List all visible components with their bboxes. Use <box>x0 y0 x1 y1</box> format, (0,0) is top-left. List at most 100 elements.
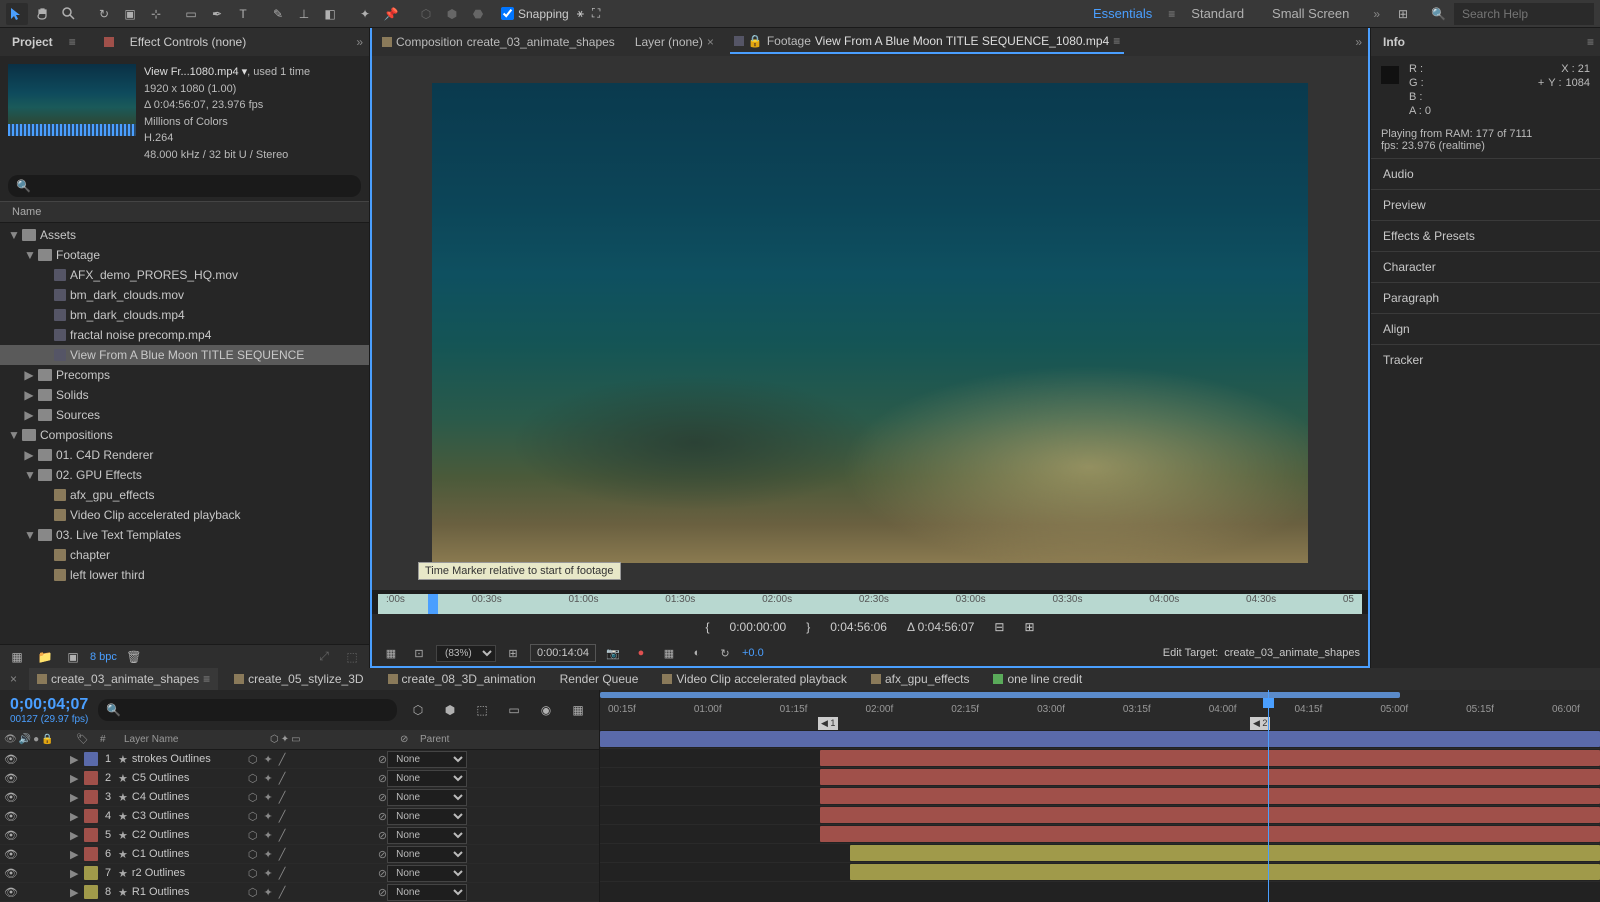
parent-select[interactable]: None <box>387 751 467 768</box>
parent-select[interactable]: None <box>387 789 467 806</box>
layer-color-chip[interactable] <box>84 866 98 880</box>
project-search-input[interactable] <box>31 180 353 192</box>
shy-icon[interactable]: ⬡ <box>248 753 258 766</box>
collapse-icon[interactable]: ✦ <box>263 886 272 899</box>
current-timecode[interactable]: 0;00;04;07 <box>10 696 88 714</box>
tab-menu-icon[interactable]: ≡ <box>1113 34 1120 48</box>
layer-name[interactable]: C3 Outlines <box>128 810 248 822</box>
comp-item[interactable]: afx_gpu_effects <box>0 485 369 505</box>
parent-select[interactable]: None <box>387 827 467 844</box>
timeline-tab[interactable]: afx_gpu_effects <box>863 668 978 690</box>
track-row[interactable] <box>600 863 1600 882</box>
footage-file[interactable]: View From A Blue Moon TITLE SEQUENCE <box>0 345 369 365</box>
render-icon[interactable]: ⊡ <box>408 642 430 664</box>
layer-bar[interactable] <box>600 731 1600 747</box>
track-row[interactable] <box>600 787 1600 806</box>
layer-color-chip[interactable] <box>84 847 98 861</box>
time-marker[interactable] <box>428 594 438 614</box>
comp-mini-flowchart-icon[interactable]: ⬡ <box>407 699 429 721</box>
comp-item[interactable]: chapter <box>0 545 369 565</box>
layer-name[interactable]: C1 Outlines <box>128 848 248 860</box>
parent-select[interactable]: None <box>387 770 467 787</box>
visibility-icon[interactable]: 👁 <box>4 810 18 823</box>
workspace-overflow-icon[interactable]: » <box>1365 7 1388 21</box>
frame-blend-icon[interactable]: ▭ <box>503 699 525 721</box>
quality-icon[interactable]: ╱ <box>279 753 286 766</box>
out-bracket-icon[interactable]: } <box>806 620 810 634</box>
layer-bar[interactable] <box>820 788 1600 804</box>
footage-file[interactable]: bm_dark_clouds.mp4 <box>0 305 369 325</box>
collapsed-panel[interactable]: Preview <box>1371 189 1600 220</box>
quality-icon[interactable]: ╱ <box>279 772 286 785</box>
parent-link-col-icon[interactable]: ⊘ <box>400 734 408 745</box>
bpc-button[interactable]: 8 bpc <box>90 651 117 663</box>
mask-icon[interactable]: ◐ <box>686 642 708 664</box>
transparency-icon[interactable]: ▦ <box>658 642 680 664</box>
work-area-bar[interactable] <box>600 692 1400 698</box>
pickwhip-icon[interactable]: ⊘ <box>378 886 387 899</box>
visibility-icon[interactable]: 👁 <box>4 867 18 880</box>
quality-icon[interactable]: ╱ <box>279 848 286 861</box>
shy-col-icon[interactable]: ⬡ <box>270 734 279 745</box>
quality-icon[interactable]: ╱ <box>279 867 286 880</box>
layer-row[interactable]: 👁 ▶ 1 ★ strokes Outlines ⬡✦╱ ⊘ None <box>0 750 599 769</box>
new-comp-icon[interactable]: ▣ <box>62 646 84 668</box>
rectangle-tool-icon[interactable]: ▭ <box>180 3 202 25</box>
search-footer-icon[interactable]: ⤢ <box>313 646 335 668</box>
col-number[interactable]: # <box>100 734 120 745</box>
collapsed-panel[interactable]: Tracker <box>1371 344 1600 375</box>
track-row[interactable] <box>600 825 1600 844</box>
hide-shy-icon[interactable]: ⬚ <box>471 699 493 721</box>
layer-name[interactable]: R1 Outlines <box>128 886 248 898</box>
hand-tool-icon[interactable] <box>32 3 54 25</box>
track-row[interactable] <box>600 844 1600 863</box>
twirl-icon[interactable]: ▶ <box>70 887 78 899</box>
layer-row[interactable]: 👁 ▶ 2 ★ C5 Outlines ⬡✦╱ ⊘ None <box>0 769 599 788</box>
twirl-icon[interactable]: ▶ <box>70 868 78 880</box>
snapping-checkbox[interactable] <box>501 7 514 20</box>
in-time[interactable]: 0:00:00:00 <box>730 620 787 634</box>
axis-view-icon[interactable]: ⬣ <box>467 3 489 25</box>
track-row[interactable] <box>600 749 1600 768</box>
search-help-input[interactable] <box>1454 3 1594 25</box>
visibility-icon[interactable]: 👁 <box>4 791 18 804</box>
pickwhip-icon[interactable]: ⊘ <box>378 753 387 766</box>
timeline-ruler[interactable]: 00:15f01:00f01:15f02:00f02:15f03:00f03:1… <box>600 690 1600 730</box>
collapse-icon[interactable]: ✦ <box>263 772 272 785</box>
playhead[interactable] <box>1268 690 1269 902</box>
motion-blur-icon[interactable]: ◉ <box>535 699 557 721</box>
layer-row[interactable]: 👁 ▶ 3 ★ C4 Outlines ⬡✦╱ ⊘ None <box>0 788 599 807</box>
shy-icon[interactable]: ⬡ <box>248 886 258 899</box>
timeline-tab[interactable]: one line credit <box>985 668 1090 690</box>
snapshot-icon[interactable]: 📷 <box>602 642 624 664</box>
edit-target-name[interactable]: create_03_animate_shapes <box>1224 647 1360 659</box>
project-column-name[interactable]: Name <box>0 201 369 223</box>
pickwhip-icon[interactable]: ⊘ <box>378 810 387 823</box>
footage-viewer[interactable] <box>372 56 1368 590</box>
pickwhip-icon[interactable]: ⊘ <box>378 867 387 880</box>
shy-icon[interactable]: ⬡ <box>248 810 258 823</box>
layer-tab[interactable]: Layer (none) × <box>631 31 718 53</box>
resolution-icon[interactable]: ⊞ <box>502 642 524 664</box>
layer-name[interactable]: C5 Outlines <box>128 772 248 784</box>
new-folder-icon[interactable]: 📁 <box>34 646 56 668</box>
label-col-icon[interactable]: 🏷 <box>76 734 89 745</box>
visibility-icon[interactable]: 👁 <box>4 848 18 861</box>
brush-tool-icon[interactable]: ✎ <box>267 3 289 25</box>
quality-icon[interactable]: ╱ <box>279 810 286 823</box>
ripple-insert-icon[interactable]: ⊟ <box>994 620 1004 634</box>
info-panel-tab[interactable]: Info <box>1377 31 1411 53</box>
parent-select[interactable]: None <box>387 884 467 901</box>
timeline-tab[interactable]: create_08_3D_animation <box>380 668 544 690</box>
twirl-icon[interactable]: ▶ <box>70 754 78 766</box>
close-tab-icon[interactable]: × <box>6 672 21 686</box>
video-col-icon[interactable]: 👁 <box>4 734 17 745</box>
twirl-icon[interactable]: ▶ <box>70 773 78 785</box>
layer-name[interactable]: strokes Outlines <box>128 753 248 765</box>
always-preview-icon[interactable]: ▦ <box>380 642 402 664</box>
roto-tool-icon[interactable]: ✦ <box>354 3 376 25</box>
puppet-tool-icon[interactable]: 📌 <box>380 3 402 25</box>
layer-bar[interactable] <box>820 826 1600 842</box>
folder-gpu[interactable]: ▼02. GPU Effects <box>0 465 369 485</box>
footage-file[interactable]: AFX_demo_PRORES_HQ.mov <box>0 265 369 285</box>
